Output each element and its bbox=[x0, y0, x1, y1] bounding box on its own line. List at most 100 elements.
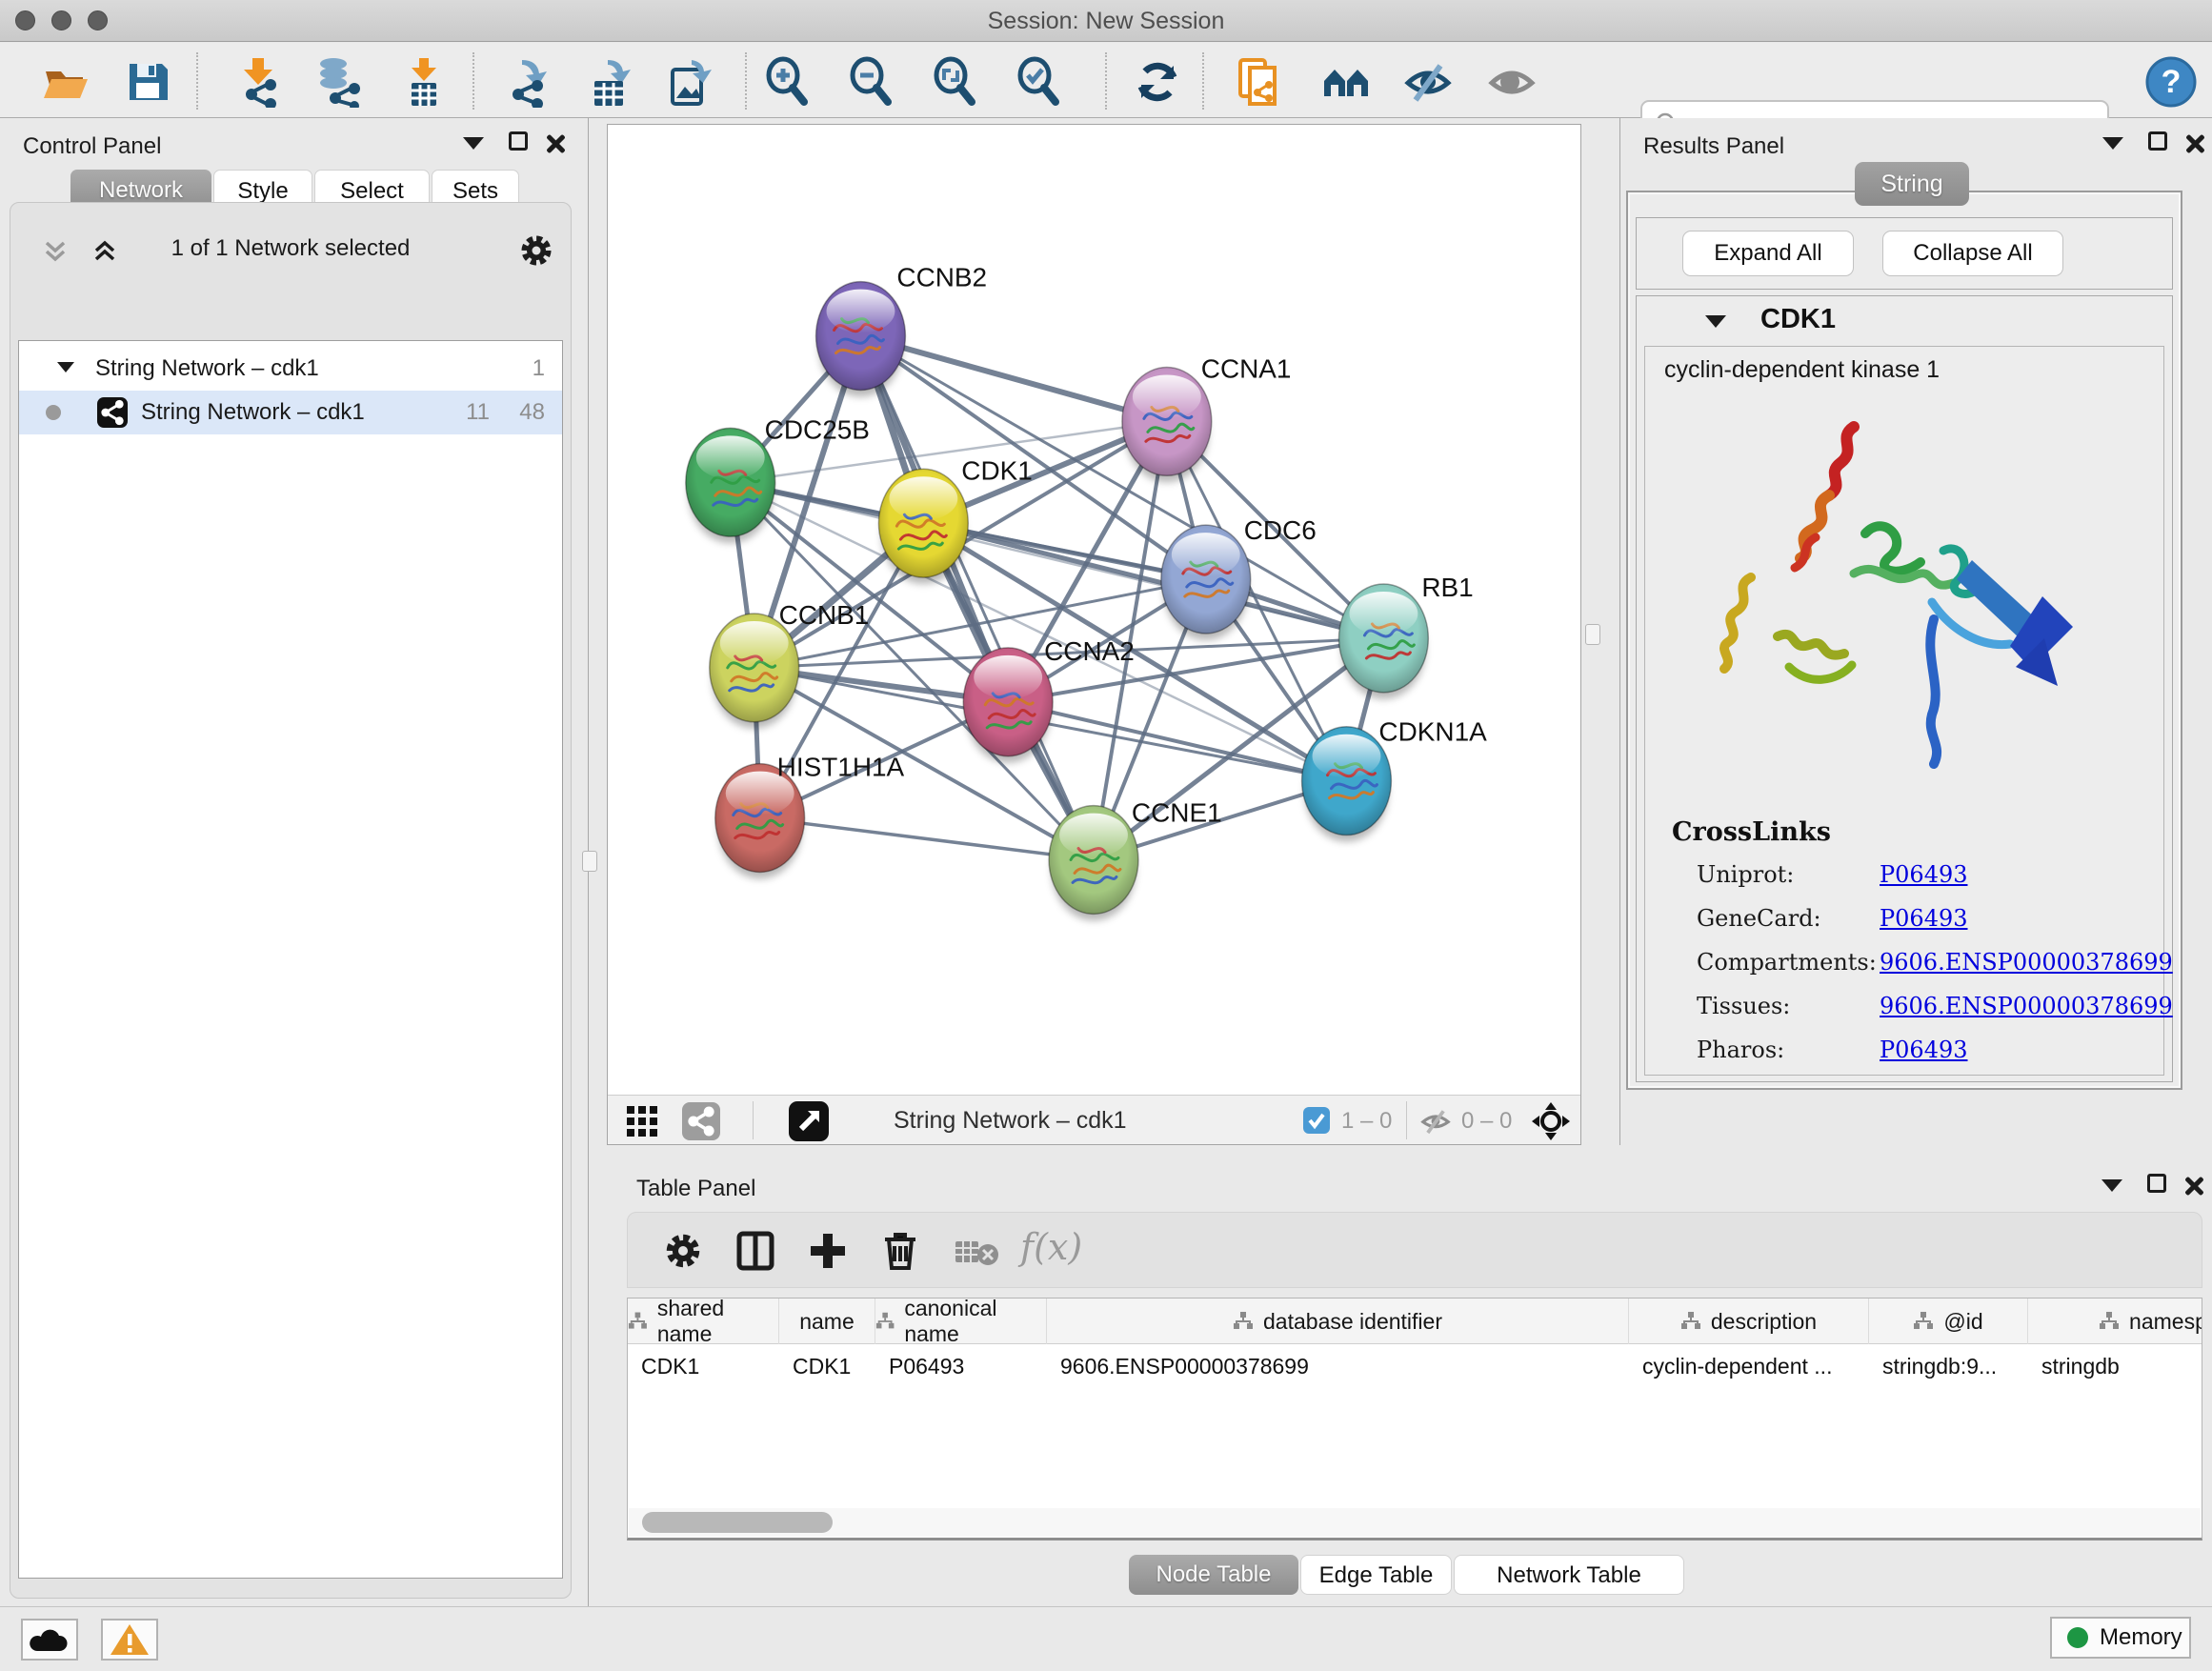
network-edge[interactable] bbox=[760, 818, 1094, 860]
table-cell[interactable]: stringdb:9... bbox=[1869, 1344, 2028, 1388]
apply-layout-button[interactable] bbox=[1132, 56, 1183, 108]
column-header-sharedname[interactable]: shared name bbox=[628, 1299, 779, 1344]
panel-undock-icon[interactable] bbox=[2101, 1179, 2122, 1204]
panel-float-icon[interactable] bbox=[2147, 1174, 2166, 1198]
zoom-in-button[interactable] bbox=[762, 56, 814, 108]
crosslink-uniprot[interactable]: P06493 bbox=[1880, 861, 1968, 888]
export-image-button[interactable] bbox=[665, 56, 716, 108]
crosslink-tissues[interactable]: 9606.ENSP00000378699 bbox=[1880, 993, 2173, 1019]
panel-float-icon[interactable] bbox=[2148, 131, 2167, 156]
import-network-from-database-button[interactable] bbox=[312, 56, 364, 108]
eye-slash-icon bbox=[1402, 56, 1454, 108]
network-node-ccne1[interactable]: CCNE1 bbox=[1049, 798, 1222, 921]
network-node-cdc6[interactable]: CDC6 bbox=[1161, 515, 1317, 640]
memory-button[interactable]: Memory bbox=[2050, 1617, 2191, 1659]
right-splitter-handle[interactable] bbox=[1585, 624, 1600, 645]
gear-icon[interactable] bbox=[519, 233, 553, 268]
column-type-icon bbox=[628, 1311, 648, 1332]
column-header-description[interactable]: description bbox=[1629, 1299, 1869, 1344]
grid-view-icon[interactable] bbox=[625, 1104, 659, 1138]
tab-edge-table[interactable]: Edge Table bbox=[1300, 1555, 1452, 1595]
network-node-ccna2[interactable]: CCNA2 bbox=[963, 636, 1135, 763]
panel-close-icon[interactable] bbox=[2183, 1176, 2204, 1200]
table-gear-icon[interactable] bbox=[664, 1232, 702, 1270]
delete-column-icon[interactable] bbox=[879, 1228, 921, 1272]
zoom-selected-button[interactable] bbox=[1014, 56, 1065, 108]
network-node-rb1[interactable]: RB1 bbox=[1338, 573, 1473, 699]
panel-float-icon[interactable] bbox=[509, 131, 528, 156]
expand-all-button[interactable]: Expand All bbox=[1682, 231, 1854, 276]
crosslink-compartments[interactable]: 9606.ENSP00000378699 bbox=[1880, 949, 2173, 976]
show-all-button[interactable] bbox=[1486, 56, 1538, 108]
save-session-button[interactable] bbox=[122, 56, 173, 108]
column-header-canonicalname[interactable]: canonical name bbox=[875, 1299, 1047, 1344]
panel-undock-icon[interactable] bbox=[463, 137, 484, 162]
panel-close-icon[interactable] bbox=[545, 133, 566, 158]
table-cell[interactable]: CDK1 bbox=[628, 1344, 779, 1388]
memory-label: Memory bbox=[2100, 1624, 2182, 1651]
birds-eye-view-icon[interactable] bbox=[789, 1101, 829, 1141]
collapse-all-button[interactable]: Collapse All bbox=[1882, 231, 2063, 276]
column-header-id[interactable]: @id bbox=[1869, 1299, 2028, 1344]
table-cell[interactable]: 9606.ENSP00000378699 bbox=[1047, 1344, 1629, 1388]
network-row[interactable]: String Network – cdk1 11 48 bbox=[19, 391, 562, 434]
network-node-hist1h1a[interactable]: HIST1H1A bbox=[715, 753, 905, 879]
network-collection-row[interactable]: String Network – cdk1 1 bbox=[19, 347, 562, 391]
table-cell[interactable]: cyclin-dependent ... bbox=[1629, 1344, 1869, 1388]
tab-network-table[interactable]: Network Table bbox=[1454, 1555, 1684, 1595]
hide-selected-button[interactable] bbox=[1402, 56, 1454, 108]
panel-undock-icon[interactable] bbox=[2102, 137, 2123, 162]
hidden-eye-slash-icon[interactable] bbox=[1419, 1106, 1452, 1137]
collection-expand-icon[interactable] bbox=[57, 362, 74, 372]
scrollbar-thumb[interactable] bbox=[642, 1512, 833, 1533]
network-node-cdc25b[interactable]: CDC25B bbox=[686, 414, 870, 543]
zoom-fit-button[interactable] bbox=[930, 56, 981, 108]
network-share-icon[interactable] bbox=[682, 1102, 720, 1140]
function-builder-button[interactable]: f(x) bbox=[1020, 1226, 1082, 1268]
delete-table-icon[interactable] bbox=[954, 1238, 999, 1266]
export-table-button[interactable] bbox=[585, 56, 636, 108]
warnings-button[interactable] bbox=[101, 1619, 158, 1661]
open-session-button[interactable] bbox=[40, 56, 91, 108]
clone-network-button[interactable] bbox=[1233, 56, 1284, 108]
network-canvas[interactable]: CCNB2CCNA1CDC25BCDK1CDC6RB1CCNB1CCNA2CDK… bbox=[608, 125, 1580, 1095]
network-node-ccnb2[interactable]: CCNB2 bbox=[816, 263, 988, 397]
window-title: Session: New Session bbox=[0, 8, 2212, 35]
crosslink-pharos[interactable]: P06493 bbox=[1880, 1037, 1968, 1063]
panel-close-icon[interactable] bbox=[2184, 133, 2205, 158]
table-horizontal-scrollbar[interactable] bbox=[629, 1508, 2201, 1537]
protein-details: cyclin-dependent kinase 1 bbox=[1644, 346, 2164, 1076]
network-footer: String Network – cdk1 1 – 0 0 – 0 bbox=[608, 1095, 1580, 1144]
protein-collapse-icon[interactable] bbox=[1705, 315, 1726, 328]
node-table[interactable]: shared namenamecanonical namedatabase id… bbox=[627, 1298, 2202, 1540]
crosslink-genecard[interactable]: P06493 bbox=[1880, 905, 1968, 932]
column-header-databaseidentifier[interactable]: database identifier bbox=[1047, 1299, 1629, 1344]
selected-nodes-checkbox[interactable] bbox=[1303, 1107, 1330, 1134]
memory-status-dot bbox=[2067, 1627, 2088, 1648]
help-button[interactable]: ? bbox=[2145, 56, 2197, 108]
table-cell[interactable]: stringdb bbox=[2028, 1344, 2202, 1388]
results-tab-string[interactable]: String bbox=[1855, 162, 1969, 206]
left-splitter-handle[interactable] bbox=[582, 851, 597, 872]
network-node-cdk1[interactable]: CDK1 bbox=[878, 455, 1032, 584]
pan-crosshair-icon[interactable] bbox=[1530, 1100, 1572, 1142]
first-neighbors-button[interactable] bbox=[1320, 56, 1372, 108]
zoom-out-button[interactable] bbox=[846, 56, 897, 108]
network-edge[interactable] bbox=[1008, 702, 1346, 781]
column-header-name[interactable]: name bbox=[779, 1299, 875, 1344]
tab-node-table[interactable]: Node Table bbox=[1129, 1555, 1298, 1595]
network-edge[interactable] bbox=[860, 336, 1166, 422]
crosslink-label: Pharos: bbox=[1697, 1037, 1784, 1063]
network-node-cdkn1a[interactable]: CDKN1A bbox=[1302, 717, 1488, 842]
toolbar-separator bbox=[473, 52, 474, 110]
cloud-status-button[interactable] bbox=[21, 1619, 78, 1661]
table-cell[interactable]: CDK1 bbox=[779, 1344, 875, 1388]
column-header-namespace[interactable]: namespace bbox=[2028, 1299, 2202, 1344]
import-network-file-button[interactable] bbox=[232, 56, 284, 108]
show-columns-icon[interactable] bbox=[734, 1230, 776, 1272]
table-cell[interactable]: P06493 bbox=[875, 1344, 1047, 1388]
results-panel: Results Panel String Expand All Collapse… bbox=[1619, 118, 2212, 1145]
add-column-icon[interactable] bbox=[807, 1230, 849, 1272]
export-network-button[interactable] bbox=[503, 56, 554, 108]
import-table-button[interactable] bbox=[398, 56, 450, 108]
